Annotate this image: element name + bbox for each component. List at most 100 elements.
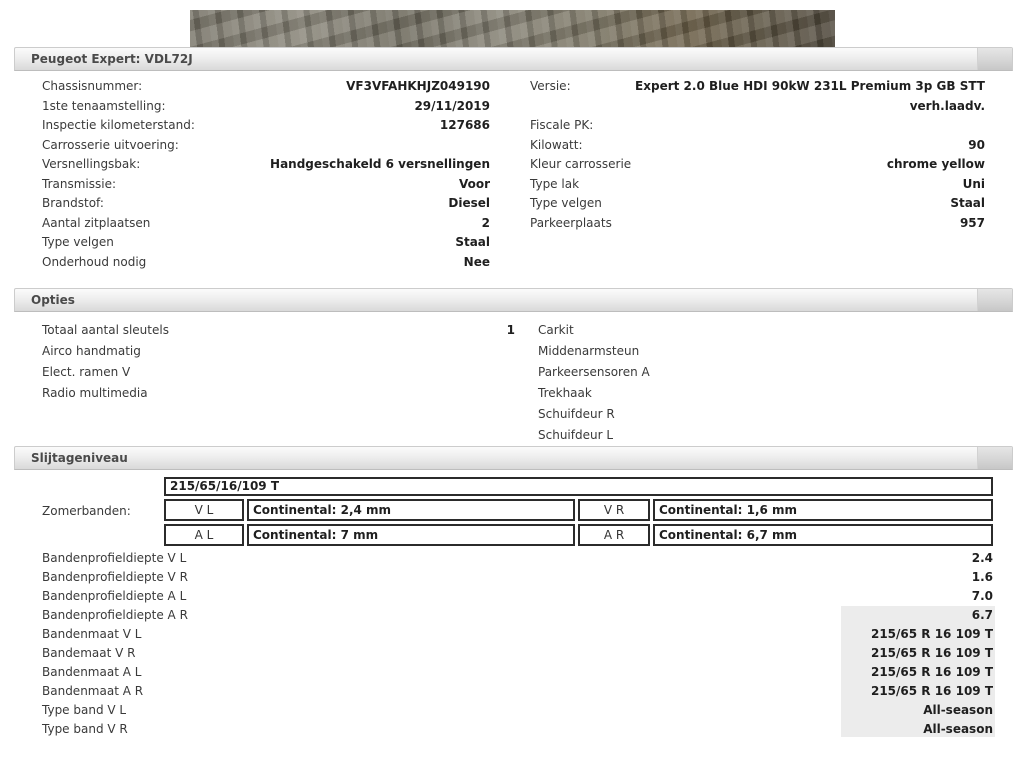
- option-item: Schuifdeur R: [538, 404, 650, 425]
- opties-left-column: Totaal aantal sleutels 1 Airco handmatig…: [42, 320, 515, 404]
- tire-wear-block: Zomerbanden: 215/65/16/109 T V L Contine…: [0, 477, 1024, 546]
- spec-label: Radio multimedia: [42, 383, 156, 404]
- spec-row: 1ste tenaamstelling: 29/11/2019: [42, 97, 490, 117]
- spec-value: Diesel: [112, 194, 490, 214]
- spec-row: Aantal zitplaatsen 2: [42, 214, 490, 234]
- spec-row: Elect. ramen V: [42, 362, 515, 383]
- option-item: Middenarmsteun: [538, 341, 650, 362]
- spec-value: VF3VFAHKHJZ049190: [150, 77, 490, 97]
- browser-viewport: Peugeot Expert: VDL72J Chassisnummer: VF…: [0, 0, 1024, 768]
- spec-value: 6.7: [841, 606, 995, 625]
- spec-value: 1: [177, 320, 515, 341]
- spec-label: Bandenmaat A R: [42, 682, 151, 701]
- tire-detail-row: Type band V L All-season: [42, 701, 995, 720]
- spec-label: Bandenprofieldiepte A L: [42, 587, 194, 606]
- spec-label: Bandemaat V R: [42, 644, 143, 663]
- tire-brand-right-cell: Continental: 6,7 mm: [653, 524, 993, 546]
- spec-value: 7.0: [841, 587, 995, 606]
- spec-row: Type velgen Staal: [42, 233, 490, 253]
- tire-detail-row: Bandenprofieldiepte A R 6.7: [42, 606, 995, 625]
- spec-row: Totaal aantal sleutels 1: [42, 320, 515, 341]
- spec-label: Fiscale PK:: [530, 116, 601, 136]
- spec-row: Fiscale PK:: [530, 116, 985, 136]
- vehicle-section-title: Peugeot Expert: VDL72J: [31, 52, 193, 66]
- spec-label: Bandenmaat A L: [42, 663, 149, 682]
- spec-value: Staal: [122, 233, 490, 253]
- spec-label: Airco handmatig: [42, 341, 149, 362]
- option-item: Parkeersensoren A: [538, 362, 650, 383]
- spec-row: Transmissie: Voor: [42, 175, 490, 195]
- spec-value: 215/65 R 16 109 T: [841, 625, 995, 644]
- spec-label: Bandenprofieldiepte A R: [42, 606, 196, 625]
- tire-detail-row: Bandemaat V R 215/65 R 16 109 T: [42, 644, 995, 663]
- spec-value: 29/11/2019: [174, 97, 491, 117]
- spec-row: Versie: Expert 2.0 Blue HDI 90kW 231L Pr…: [530, 77, 985, 116]
- tire-detail-row: Bandenprofieldiepte V R 1.6: [42, 568, 995, 587]
- spec-label: 1ste tenaamstelling:: [42, 97, 174, 117]
- spec-label: Type band V R: [42, 720, 136, 737]
- spec-row: Airco handmatig: [42, 341, 515, 362]
- spec-label: Type velgen: [42, 233, 122, 253]
- opties-section-title: Opties: [31, 293, 75, 307]
- spec-value: All-season: [841, 720, 995, 737]
- spec-value: 215/65 R 16 109 T: [841, 682, 995, 701]
- spec-value: All-season: [841, 701, 995, 720]
- tire-table-row: V L Continental: 2,4 mm V R Continental:…: [164, 499, 993, 521]
- section-header-opties: Opties: [14, 288, 1013, 312]
- spec-value: Uni: [605, 175, 985, 195]
- spec-row: Radio multimedia: [42, 383, 515, 404]
- spec-label: Transmissie:: [42, 175, 124, 195]
- slijtage-section-title: Slijtageniveau: [31, 451, 128, 465]
- spec-label: Versnellingsbak:: [42, 155, 148, 175]
- opties-right-column: Carkit Middenarmsteun Parkeersensoren A …: [538, 320, 650, 446]
- tire-position-right-cell: V R: [578, 499, 650, 521]
- spec-value: Nee: [154, 253, 490, 273]
- spec-label: Kleur carrosserie: [530, 155, 639, 175]
- option-item: Carkit: [538, 320, 650, 341]
- spec-label: Brandstof:: [42, 194, 112, 214]
- spec-row: Type velgen Staal: [530, 194, 985, 214]
- spec-value: 2: [158, 214, 490, 234]
- tire-size-header-cell: 215/65/16/109 T: [164, 477, 993, 496]
- spec-value: Handgeschakeld 6 versnellingen: [148, 155, 490, 175]
- spec-label: Inspectie kilometerstand:: [42, 116, 203, 136]
- spec-row: Chassisnummer: VF3VFAHKHJZ049190: [42, 77, 490, 97]
- tire-position-right-cell: A R: [578, 524, 650, 546]
- option-item: Trekhaak: [538, 383, 650, 404]
- tire-detail-row: Bandenmaat A R 215/65 R 16 109 T: [42, 682, 995, 701]
- spec-label: Bandenmaat V L: [42, 625, 149, 644]
- section-header-slijtageniveau: Slijtageniveau: [14, 446, 1013, 470]
- spec-label: Type lak: [530, 175, 587, 195]
- spec-value: 215/65 R 16 109 T: [841, 644, 995, 663]
- spec-value: Expert 2.0 Blue HDI 90kW 231L Premium 3p…: [605, 77, 985, 116]
- option-item: Schuifdeur L: [538, 425, 650, 446]
- spec-value: chrome yellow: [639, 155, 985, 175]
- spec-label: Bandenprofieldiepte V L: [42, 549, 194, 568]
- spec-label: Totaal aantal sleutels: [42, 320, 177, 341]
- vehicle-info: Chassisnummer: VF3VFAHKHJZ049190 1ste te…: [0, 71, 1024, 272]
- spec-row: Kleur carrosserie chrome yellow: [530, 155, 985, 175]
- vehicle-info-left-column: Chassisnummer: VF3VFAHKHJZ049190 1ste te…: [42, 77, 490, 272]
- tire-brand-left-cell: Continental: 7 mm: [247, 524, 575, 546]
- spec-label: Onderhoud nodig: [42, 253, 154, 273]
- zomerbanden-label: Zomerbanden:: [42, 504, 131, 519]
- spec-row: Onderhoud nodig Nee: [42, 253, 490, 273]
- spec-row: Versnellingsbak: Handgeschakeld 6 versne…: [42, 155, 490, 175]
- tire-position-left-cell: V L: [164, 499, 244, 521]
- spec-label: Type band V L: [42, 701, 134, 720]
- spec-row: Parkeerplaats 957: [530, 214, 985, 234]
- tire-detail-row: Bandenmaat A L 215/65 R 16 109 T: [42, 663, 995, 682]
- vehicle-info-right-column: Versie: Expert 2.0 Blue HDI 90kW 231L Pr…: [530, 77, 985, 272]
- opties-section: Totaal aantal sleutels 1 Airco handmatig…: [0, 312, 1024, 446]
- spec-value: 215/65 R 16 109 T: [841, 663, 995, 682]
- vehicle-inspection-report: Peugeot Expert: VDL72J Chassisnummer: VF…: [0, 0, 1024, 737]
- spec-value: 1.6: [841, 568, 995, 587]
- tire-table-row: A L Continental: 7 mm A R Continental: 6…: [164, 524, 993, 546]
- tire-brand-right-cell: Continental: 1,6 mm: [653, 499, 993, 521]
- spec-row: Brandstof: Diesel: [42, 194, 490, 214]
- tire-detail-row: Bandenprofieldiepte A L 7.0: [42, 587, 995, 606]
- spec-row: Type lak Uni: [530, 175, 985, 195]
- tire-position-left-cell: A L: [164, 524, 244, 546]
- tire-detail-row: Type band V R All-season: [42, 720, 995, 737]
- spec-row: Inspectie kilometerstand: 127686: [42, 116, 490, 136]
